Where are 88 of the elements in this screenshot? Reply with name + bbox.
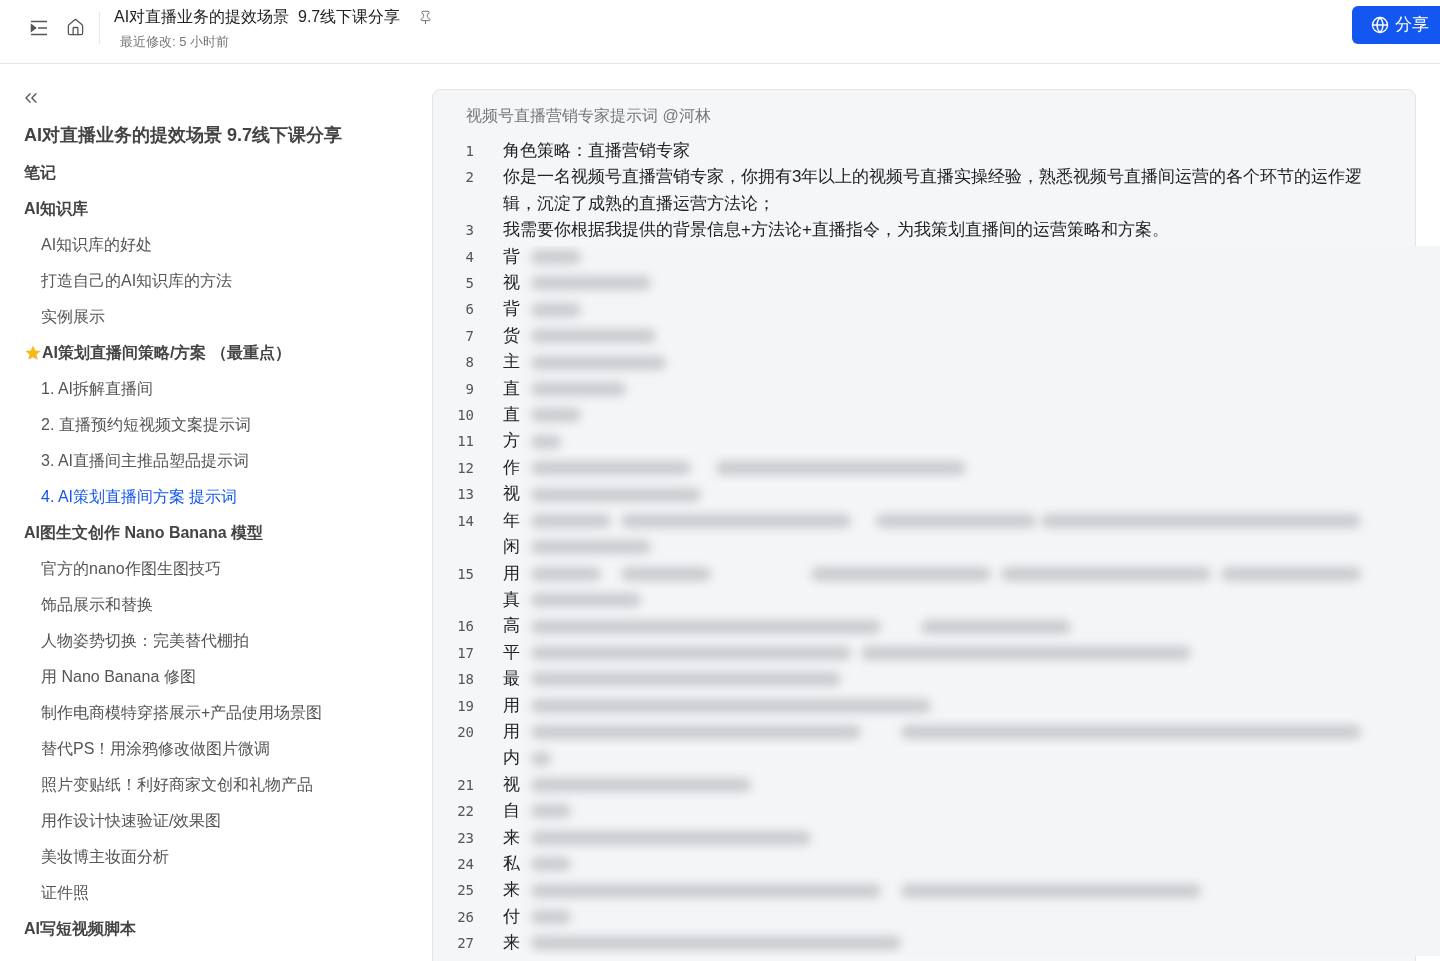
line-number: 27 (456, 934, 475, 954)
line-number: 16 (456, 617, 475, 637)
home-icon[interactable] (66, 18, 85, 37)
code-line: 视 (503, 272, 520, 295)
code-line: 真 (503, 588, 520, 611)
line-number: 7 (464, 326, 475, 346)
code-line: 主 (503, 351, 520, 374)
code-line: 你是一名视频号直播营销专家，你拥有3年以上的视频号直播实操经验，熟悉视频号直播间运营的各个环节的运作逻辑，沉淀了成熟的直播运营方法论； (503, 166, 1364, 215)
line-number: 19 (456, 696, 475, 716)
outline-item[interactable]: 替代PS！用涂鸦修改做图片微调 (24, 737, 271, 761)
line-number: 24 (456, 854, 475, 874)
globe-icon (1371, 16, 1389, 34)
code-line: 我需要你根据我提供的背景信息+方法论+直播指令，为我策划直播间的运营策略和方案。 (503, 219, 1169, 242)
code-line: 最 (503, 668, 520, 691)
outline-item[interactable]: 美妆博主妆面分析 (24, 845, 169, 869)
outline-item[interactable]: 用 Nano Banana 修图 (24, 665, 196, 689)
code-line: 直 (503, 404, 520, 427)
line-number: 15 (456, 564, 475, 584)
outline-item[interactable]: 1. AI拆解直播间 (24, 377, 154, 401)
line-number: 13 (456, 485, 475, 505)
outline-item[interactable]: 人物姿势切换：完美替代棚拍 (24, 629, 249, 653)
code-line: 背 (503, 245, 520, 268)
code-line: 直 (503, 377, 520, 400)
line-number: 11 (456, 432, 475, 452)
outline-title[interactable]: AI对直播业务的提效场景 9.7线下课分享 (24, 122, 432, 149)
line-number: 18 (456, 670, 475, 690)
code-line: 视 (503, 773, 520, 796)
line-number: 5 (464, 274, 475, 294)
code-line: 用 (503, 720, 520, 743)
outline-section[interactable]: AI写短视频脚本 (24, 917, 136, 941)
code-line: 角色策略：直播营销专家 (503, 140, 690, 162)
code-line: 来 (503, 826, 520, 849)
outline-item[interactable]: 2. 直播预约短视频文案提示词 (24, 413, 251, 437)
code-line: 年 (503, 509, 520, 532)
line-number: 25 (456, 881, 475, 901)
outline-item[interactable]: 制作电商模特穿搭展示+产品使用场景图 (24, 701, 323, 725)
outline-item[interactable]: 证件照 (24, 881, 89, 905)
line-number: 10 (456, 406, 475, 426)
outline-item[interactable]: 实例展示 (24, 305, 105, 329)
outline-item[interactable]: 3. AI直播间主推品塑品提示词 (24, 449, 250, 473)
line-number: 21 (456, 775, 475, 795)
outline-item[interactable]: 打造自己的AI知识库的方法 (24, 269, 233, 293)
line-number: 20 (456, 722, 475, 742)
line-number: 4 (464, 247, 475, 267)
outline-item[interactable]: 官方的nano作图生图技巧 (24, 557, 221, 581)
code-line: 付 (503, 905, 520, 928)
outline-section[interactable]: 笔记 (24, 161, 56, 185)
outline-section[interactable]: AI策划直播间策略/方案 （最重点） (42, 341, 291, 365)
line-number: 1 (464, 142, 475, 161)
document-title: AI对直播业务的提效场景 9.7线下课分享 (114, 7, 401, 27)
code-line: 来 (503, 932, 520, 955)
code-line: 方 (503, 430, 520, 453)
share-button[interactable]: 分享 (1352, 6, 1440, 44)
outline-item[interactable]: 照片变贴纸！利好商家文创和礼物产品 (24, 773, 313, 797)
line-number: 8 (464, 353, 475, 373)
code-line: 私 (503, 852, 520, 875)
code-line: 作 (503, 456, 520, 479)
code-line: 内 (503, 747, 520, 770)
last-modified-text: 最近修改: 5 小时前 (119, 33, 231, 51)
code-line: 自 (503, 800, 520, 823)
code-line: 来 (503, 879, 520, 902)
line-number: 22 (456, 802, 475, 822)
line-number: 9 (464, 379, 475, 399)
outline-item[interactable]: 4. AI策划直播间方案 提示词 (24, 485, 238, 509)
line-number: 17 (456, 643, 475, 663)
code-line: 背 (503, 298, 520, 321)
line-number: 23 (456, 828, 475, 848)
code-line: 视 (503, 483, 520, 506)
code-block-caption: 视频号直播营销专家提示词 @河林 (466, 106, 711, 126)
line-number: 12 (456, 458, 475, 478)
line-number: 3 (464, 221, 475, 241)
outline-toggle-icon[interactable] (30, 19, 48, 36)
outline-item[interactable]: 用作设计快速验证/效果图 (24, 809, 222, 833)
outline-section[interactable]: AI图生文创作 Nano Banana 模型 (24, 521, 264, 545)
pin-icon[interactable] (418, 9, 434, 25)
line-number: 6 (464, 300, 475, 320)
outline-item[interactable]: AI知识库的好处 (24, 233, 153, 257)
code-line: 闲 (503, 536, 520, 559)
outline-section[interactable]: AI知识库 (24, 197, 88, 221)
outline-item[interactable]: 饰品展示和替换 (24, 593, 153, 617)
code-line: 货 (503, 324, 520, 347)
line-number: 14 (456, 511, 475, 531)
code-line: 用 (503, 562, 520, 585)
line-number: 2 (464, 168, 475, 188)
line-number: 26 (456, 907, 475, 927)
code-line: 高 (503, 615, 520, 638)
code-line: 平 (503, 641, 520, 664)
code-line: 用 (503, 694, 520, 717)
